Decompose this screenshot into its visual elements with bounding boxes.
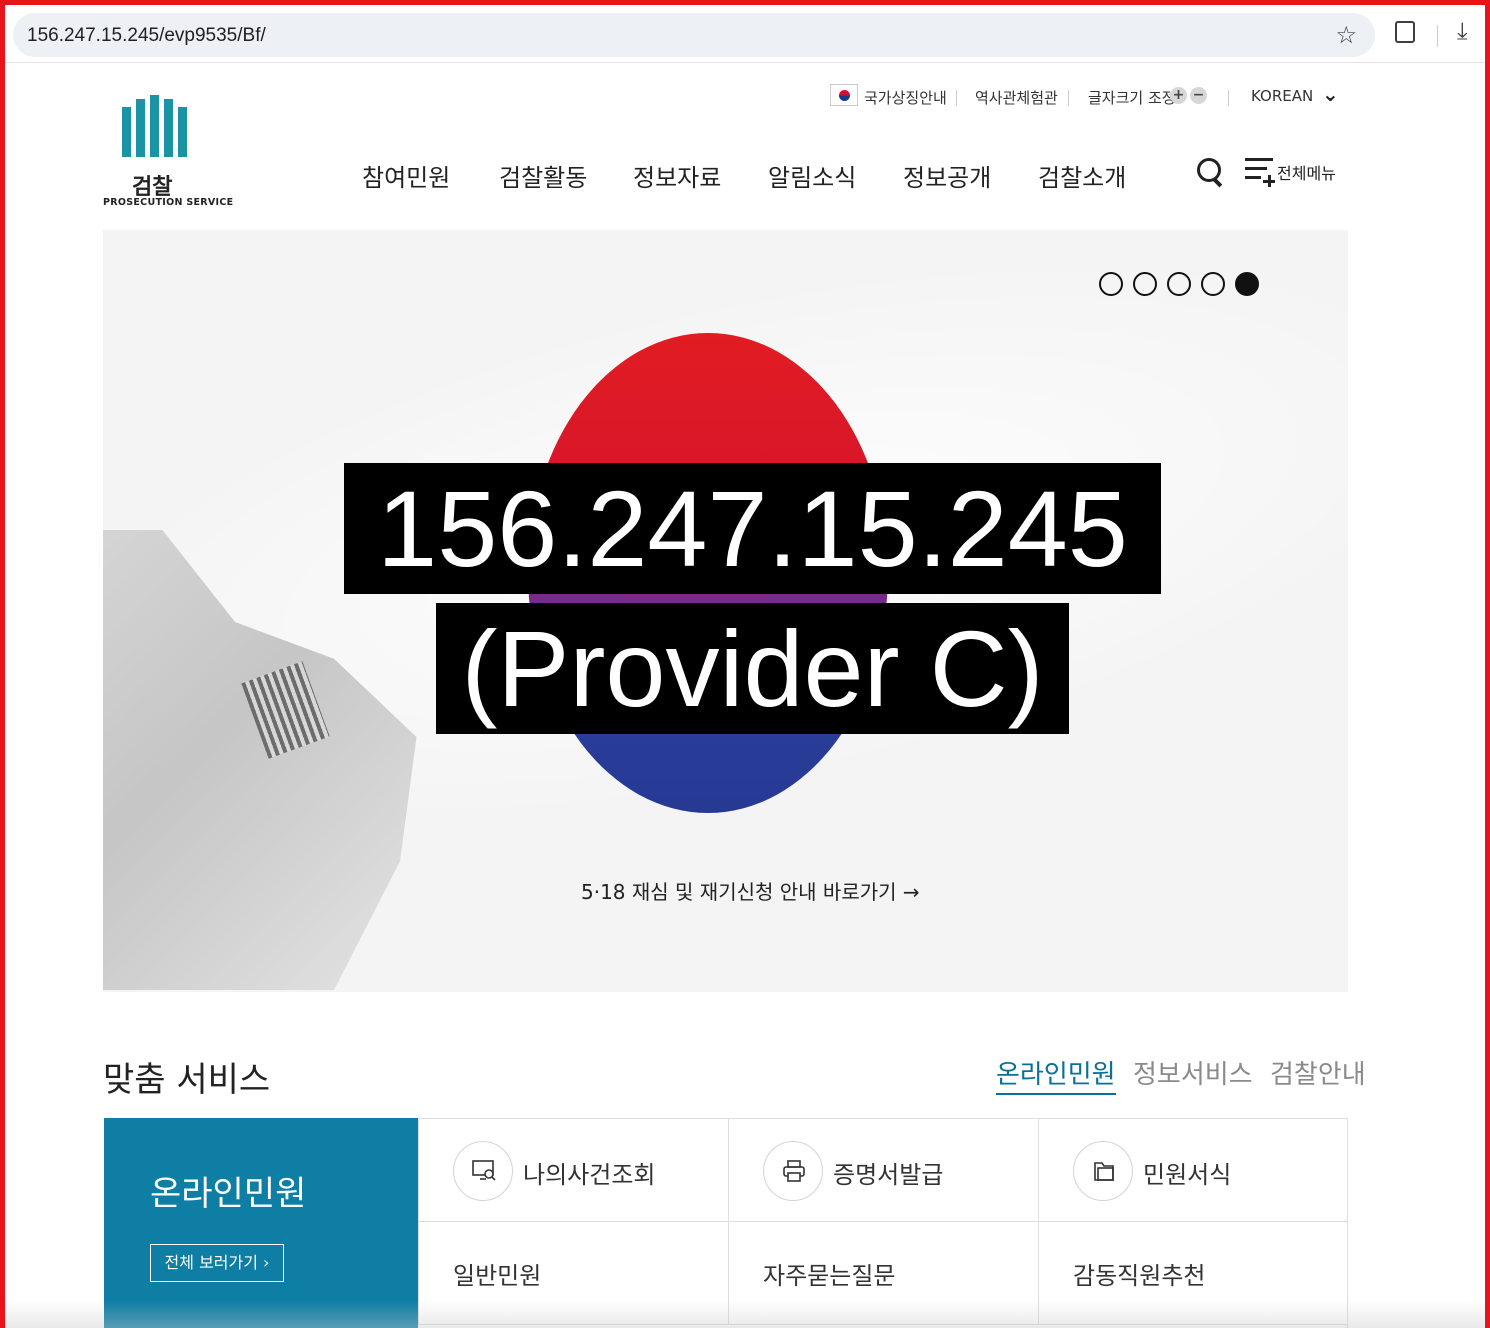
slide-dot-active[interactable] — [1235, 272, 1259, 296]
util-divider — [956, 90, 957, 106]
korean-flag-icon — [830, 84, 858, 106]
national-symbol-link[interactable]: 국가상징안내 — [864, 87, 947, 108]
logo-mark-icon — [120, 95, 190, 157]
tab-info-service[interactable]: 정보서비스 — [1133, 1054, 1253, 1091]
service-item-label: 감동직원추천 — [1073, 1262, 1206, 1290]
service-item-label: 민원서식 — [1143, 1161, 1232, 1189]
folder-icon — [1073, 1141, 1133, 1201]
slide-dot[interactable] — [1099, 272, 1123, 296]
tab-online-petition[interactable]: 온라인민원 — [996, 1054, 1116, 1095]
site-logo[interactable]: 검찰 PROSECUTION SERVICE — [100, 95, 233, 215]
service-item-faq[interactable]: 자주묻는질문 — [728, 1222, 1038, 1325]
url-text[interactable]: 156.247.15.245/evp9535/Bf/ — [27, 25, 266, 47]
util-divider — [1228, 90, 1229, 106]
service-item-label: 나의사건조회 — [523, 1161, 656, 1189]
address-bar[interactable]: 156.247.15.245/evp9535/Bf/ ☆ — [13, 13, 1375, 57]
font-increase-button[interactable]: + — [1170, 87, 1187, 104]
language-selector[interactable]: KOREAN — [1251, 87, 1313, 105]
history-hall-link[interactable]: 역사관체험관 — [975, 87, 1058, 108]
bookmark-star-icon[interactable]: ☆ — [1335, 21, 1357, 49]
service-item-forms[interactable]: 민원서식 — [1038, 1119, 1348, 1222]
service-item-label: 증명서발급 — [833, 1161, 944, 1189]
tab-prosecution-guide[interactable]: 검찰안내 — [1270, 1054, 1366, 1091]
nav-item-disclosure[interactable]: 정보공개 — [903, 158, 991, 193]
service-panel: 온라인민원 전체 보러가기 › — [104, 1118, 418, 1328]
all-menu-icon[interactable] — [1245, 156, 1275, 187]
ip-overlay-label: 156.247.15.245 — [344, 463, 1161, 594]
section-title: 맞춤 서비스 — [103, 1060, 271, 1100]
all-menu-label[interactable]: 전체메뉴 — [1277, 160, 1336, 184]
nav-item-about[interactable]: 검찰소개 — [1038, 158, 1126, 193]
search-icon[interactable] — [1195, 154, 1225, 188]
util-divider — [1068, 90, 1069, 106]
service-item-label: 자주묻는질문 — [763, 1262, 896, 1290]
nav-item-activities[interactable]: 검찰활동 — [499, 158, 587, 193]
toolbar-divider — [1437, 25, 1438, 47]
font-decrease-button[interactable]: − — [1190, 87, 1207, 104]
printer-icon — [763, 1141, 823, 1201]
slide-dot[interactable] — [1133, 272, 1157, 296]
service-item-label: 일반민원 — [453, 1262, 542, 1290]
browser-toolbar: 156.247.15.245/evp9535/Bf/ ☆ ⤓ — [5, 5, 1485, 63]
monitor-search-icon — [453, 1141, 513, 1201]
download-icon[interactable]: ⤓ — [1457, 17, 1468, 45]
slide-dot[interactable] — [1167, 272, 1191, 296]
slide-dot[interactable] — [1201, 272, 1225, 296]
provider-overlay-label: (Provider C) — [436, 603, 1069, 734]
nav-item-news[interactable]: 알림소식 — [768, 158, 856, 193]
service-item-certificate[interactable]: 증명서발급 — [728, 1119, 1038, 1222]
extension-icon[interactable] — [1395, 21, 1415, 43]
service-item-general-petition[interactable]: 일반민원 — [418, 1222, 728, 1325]
service-grid: 나의사건조회 증명서발급 민원서식 일반민원 자주묻는질문 감동직원추천 — [418, 1118, 1348, 1328]
panel-title: 온라인민원 — [150, 1174, 307, 1214]
service-item-staff-recommend[interactable]: 감동직원추천 — [1038, 1222, 1348, 1325]
logo-text-english: PROSECUTION SERVICE — [103, 197, 234, 208]
hero-shortcut-link[interactable]: 5·18 재심 및 재기신청 안내 바로가기 → — [581, 876, 920, 905]
nav-item-resources[interactable]: 정보자료 — [633, 158, 721, 193]
nav-item-participation[interactable]: 참여민원 — [362, 158, 450, 193]
view-all-button[interactable]: 전체 보러가기 › — [150, 1244, 284, 1282]
service-item-case-lookup[interactable]: 나의사건조회 — [418, 1119, 728, 1222]
font-size-label: 글자크기 조정 — [1088, 89, 1176, 107]
chevron-down-icon[interactable]: ⌄ — [1322, 82, 1339, 106]
